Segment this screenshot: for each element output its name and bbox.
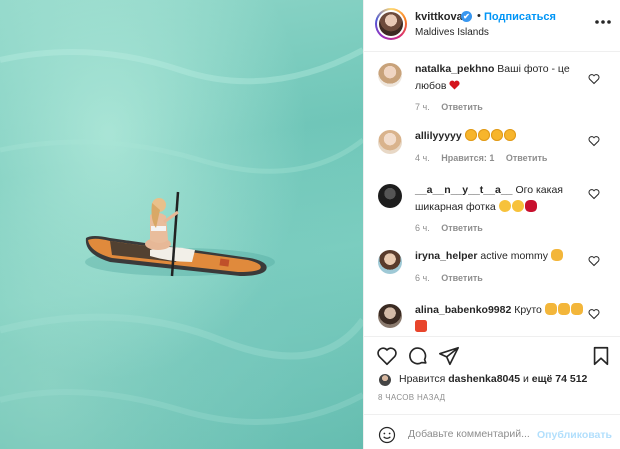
post-comment-button[interactable]: Опубликовать <box>537 429 612 441</box>
save-bookmark-icon[interactable] <box>590 345 612 367</box>
comment-body: active mommy <box>480 250 549 262</box>
comment-time: 7 ч. <box>415 102 430 112</box>
comment-body: Круто <box>514 304 542 316</box>
red-heart-icon <box>449 80 460 90</box>
heart-eyes-emoji-icon <box>464 129 477 141</box>
like-comment-heart-icon[interactable] <box>588 135 600 147</box>
comment-username[interactable]: __a__n__y__t__a__ <box>415 184 513 196</box>
grin-emoji-icon <box>498 200 511 212</box>
commenter-avatar[interactable] <box>378 130 402 154</box>
lips-emoji-icon <box>524 200 537 212</box>
comment-bubble-icon[interactable] <box>407 345 429 367</box>
thumbs-up-emoji-icon <box>544 303 557 315</box>
collision-emoji-icon <box>415 320 427 332</box>
heart-eyes-emoji-icon <box>490 129 503 141</box>
post-panel: kvittkova ✔ • Подписаться Maldives Islan… <box>363 0 620 449</box>
post-location[interactable]: Maldives Islands <box>415 27 489 38</box>
comment-time: 6 ч. <box>415 223 430 233</box>
like-comment-heart-icon[interactable] <box>588 308 600 320</box>
post-actions <box>364 336 620 366</box>
heart-eyes-emoji-icon <box>503 129 516 141</box>
hand-wave-emoji-icon <box>550 249 563 261</box>
comment-meta: 7 ч. Ответить <box>415 102 492 112</box>
follow-button[interactable]: Подписаться <box>484 11 556 23</box>
comment-meta: 6 ч. Ответить <box>415 273 492 283</box>
share-paper-plane-icon[interactable] <box>438 345 460 367</box>
comment-time: 4 ч. <box>415 153 430 163</box>
verified-badge-icon: ✔ <box>461 11 472 22</box>
comment-username[interactable]: allilyyyyy <box>415 130 462 142</box>
paddleboard-scene <box>0 47 363 425</box>
like-heart-icon[interactable] <box>376 345 398 367</box>
comment-meta: 4 ч. Нравится: 1 Ответить <box>415 153 556 163</box>
header-separator: • <box>477 10 481 22</box>
reply-button[interactable]: Ответить <box>441 273 483 283</box>
post-photo[interactable] <box>0 0 363 449</box>
add-comment-bar: Опубликовать <box>364 414 620 449</box>
comment-text: natalka_pekhno Ваші фото - це любов <box>415 61 587 95</box>
commenter-avatar[interactable] <box>378 184 402 208</box>
post-time[interactable]: 8 ЧАСОВ НАЗАД <box>378 393 445 402</box>
comment-text: allilyyyyy <box>415 128 587 145</box>
commenter-avatar[interactable] <box>378 250 402 274</box>
comment-meta: 6 ч. Ответить <box>415 223 492 233</box>
post-header: kvittkova ✔ • Подписаться Maldives Islan… <box>364 0 620 52</box>
grin-emoji-icon <box>511 200 524 212</box>
likes-count[interactable]: ещё 74 512 <box>532 373 588 385</box>
thumbs-up-emoji-icon <box>570 303 583 315</box>
likes-prefix: Нравится <box>399 373 446 385</box>
thumbs-up-emoji-icon <box>557 303 570 315</box>
like-comment-heart-icon[interactable] <box>588 188 600 200</box>
comment-text: iryna_helper active mommy <box>415 248 587 265</box>
more-options-icon[interactable] <box>593 12 613 32</box>
liker-avatar[interactable] <box>378 373 392 387</box>
heart-eyes-emoji-icon <box>477 129 490 141</box>
comment-text: __a__n__y__t__a__ Ого какая шикарная фот… <box>415 182 587 216</box>
comment-likes-count[interactable]: Нравится: 1 <box>441 153 494 163</box>
commenter-avatar[interactable] <box>378 304 402 328</box>
like-comment-heart-icon[interactable] <box>588 73 600 85</box>
comment-time: 6 ч. <box>415 273 430 283</box>
reply-button[interactable]: Ответить <box>441 102 483 112</box>
comment-username[interactable]: alina_babenko9982 <box>415 304 511 316</box>
likes-conjunction: и <box>523 373 529 385</box>
comments-list[interactable]: natalka_pekhno Ваші фото - це любов 7 ч.… <box>364 53 620 336</box>
author-username[interactable]: kvittkova <box>415 11 463 23</box>
commenter-avatar[interactable] <box>378 63 402 87</box>
comment-username[interactable]: iryna_helper <box>415 250 477 262</box>
reply-button[interactable]: Ответить <box>506 153 548 163</box>
reply-button[interactable]: Ответить <box>441 223 483 233</box>
comment-username[interactable]: natalka_pekhno <box>415 63 494 75</box>
likes-text: Нравится dashenka8045 и ещё 74 512 <box>399 373 587 385</box>
likes-summary: Нравится dashenka8045 и ещё 74 512 <box>378 372 618 388</box>
comment-text: alina_babenko9982 Круто <box>415 302 587 336</box>
liker-username[interactable]: dashenka8045 <box>448 373 520 385</box>
author-avatar[interactable] <box>375 8 407 40</box>
like-comment-heart-icon[interactable] <box>588 255 600 267</box>
emoji-picker-icon[interactable] <box>378 426 396 444</box>
